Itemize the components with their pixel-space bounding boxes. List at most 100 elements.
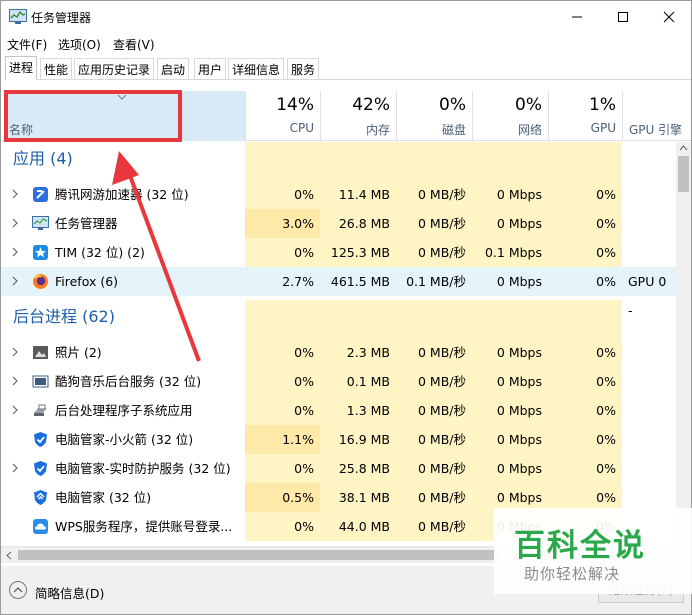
task-manager-window: 任务管理器 文件(F) 选项(O) 查看(V) 进程 性能 应用历史记录 启动 … (0, 0, 692, 615)
column-header-cpu[interactable]: 14% CPU (245, 91, 320, 141)
column-header-disk[interactable]: 0% 磁盘 (396, 91, 472, 141)
minimize-button[interactable] (554, 1, 600, 33)
cpu-label: CPU (289, 121, 314, 135)
section-row-background[interactable]: 后台进程 (62) (1, 300, 677, 338)
table-row[interactable]: 电脑管家-小火箭 (32 位) 1.1% 16.9 MB 0 MB/秒 0 Mb… (1, 425, 677, 454)
memory-value: 38.1 MB (320, 483, 396, 512)
table-row[interactable]: Firefox (6) 2.7% 461.5 MB 0.1 MB/秒 0 Mbp… (1, 267, 677, 318)
process-name: 酷狗音乐后台服务 (32 位) (55, 374, 202, 389)
memory-value: 44.0 MB (320, 512, 396, 541)
process-name: 任务管理器 (55, 216, 118, 231)
expand-chevron-icon[interactable] (12, 218, 19, 228)
table-row[interactable]: 电脑管家-实时防护服务 (32 位) 0% 25.8 MB 0 MB/秒 0 M… (1, 454, 677, 483)
disk-value: 0 MB/秒 (396, 367, 472, 396)
tab-startup[interactable]: 启动 (157, 58, 190, 79)
tab-app-history[interactable]: 应用历史记录 (74, 58, 155, 79)
title-bar: 任务管理器 (1, 1, 691, 33)
printer-icon (34, 404, 47, 416)
cpu-value: 0.5% (245, 483, 320, 512)
cpu-value: 2.7% (245, 267, 320, 296)
network-value: 0 Mbps (472, 367, 548, 396)
network-value: 0 Mbps (472, 209, 548, 238)
column-header-memory[interactable]: 42% 内存 (320, 91, 396, 141)
gpu-value: 0% (548, 180, 622, 209)
memory-label: 内存 (365, 123, 390, 137)
tab-users[interactable]: 用户 (194, 58, 227, 79)
gpu-value: 0% (548, 425, 622, 454)
table-row[interactable]: 照片 (2) 0% 2.3 MB 0 MB/秒 0 Mbps 0% (1, 338, 677, 367)
watermark-subtitle: 助你轻松解决 (524, 565, 621, 583)
memory-value: 16.9 MB (320, 425, 396, 454)
tim-icon (33, 245, 48, 260)
cpu-total: 14% (276, 95, 314, 115)
horizontal-scroll-thumb[interactable] (18, 550, 498, 560)
scroll-up-icon[interactable] (679, 145, 688, 151)
fewer-details-link[interactable]: 简略信息(D) (35, 583, 104, 602)
process-name: 后台处理程序子系统应用 (55, 403, 193, 418)
menu-view[interactable]: 查看(V) (113, 36, 155, 53)
menu-bar: 文件(F) 选项(O) 查看(V) (1, 34, 691, 54)
tab-processes[interactable]: 进程 (5, 56, 38, 80)
memory-total: 42% (352, 95, 390, 115)
network-value: 0.1 Mbps (472, 238, 548, 267)
memory-value: 25.8 MB (320, 454, 396, 483)
menu-options[interactable]: 选项(O) (58, 36, 101, 53)
network-value: 0 Mbps (472, 396, 548, 425)
memory-value: 461.5 MB (320, 267, 396, 296)
expand-chevron-icon[interactable] (12, 247, 19, 257)
table-row[interactable]: TIM (32 位) (2) 0% 125.3 MB 0 MB/秒 0.1 Mb… (1, 238, 677, 267)
disk-total: 0% (439, 95, 466, 115)
disk-value: 0 MB/秒 (396, 180, 472, 209)
close-button[interactable] (646, 1, 692, 33)
table-row[interactable]: 任务管理器 3.0% 26.8 MB 0 MB/秒 0 Mbps 0% (1, 209, 677, 238)
gpu-value: 0% (548, 367, 622, 396)
gpu-value: 0% (548, 238, 622, 267)
menu-file[interactable]: 文件(F) (7, 36, 47, 53)
section-row-apps[interactable]: 应用 (4) (1, 142, 677, 180)
memory-value: 1.3 MB (320, 396, 396, 425)
expand-chevron-icon[interactable] (12, 405, 19, 415)
table-row[interactable]: 后台处理程序子系统应用 0% 1.3 MB 0 MB/秒 0 Mbps 0% (1, 396, 677, 425)
collapse-button[interactable] (9, 581, 27, 599)
table-row[interactable]: 酷狗音乐后台服务 (32 位) 0% 0.1 MB 0 MB/秒 0 Mbps … (1, 367, 677, 396)
tab-services[interactable]: 服务 (287, 58, 320, 79)
memory-value: 26.8 MB (320, 209, 396, 238)
expand-chevron-icon[interactable] (12, 376, 19, 386)
tab-details[interactable]: 详细信息 (228, 58, 285, 79)
vertical-scroll-thumb[interactable] (678, 156, 689, 192)
expand-chevron-icon[interactable] (12, 347, 19, 357)
column-header-gpu[interactable]: 1% GPU (548, 91, 622, 141)
gpu-engine-total (629, 95, 691, 115)
disk-value: 0 MB/秒 (396, 512, 472, 541)
vertical-scrollbar[interactable] (676, 142, 691, 546)
cpu-value: 1.1% (245, 425, 320, 454)
expand-chevron-icon[interactable] (12, 189, 19, 199)
scroll-left-icon[interactable] (6, 551, 12, 560)
expand-chevron-icon[interactable] (12, 276, 19, 286)
task-manager-icon (32, 216, 49, 230)
column-header-network[interactable]: 0% 网络 (472, 91, 548, 141)
process-list: 应用 (4) 腾讯网游加速器 (32 位) 0% 11.4 MB 0 MB/秒 … (1, 142, 677, 546)
memory-value: 11.4 MB (320, 180, 396, 209)
column-header-gpu-engine[interactable]: GPU 引擎 (622, 91, 691, 141)
task-manager-icon (9, 9, 27, 24)
process-name: 照片 (2) (55, 345, 102, 360)
memory-value: 0.1 MB (320, 367, 396, 396)
tab-performance[interactable]: 性能 (40, 58, 73, 79)
gpu-label: GPU (590, 121, 616, 135)
cpu-value: 0% (245, 396, 320, 425)
cpu-value: 0% (245, 180, 320, 209)
cpu-value: 0% (245, 512, 320, 541)
process-name: 电脑管家-小火箭 (32 位) (55, 432, 194, 447)
process-name: 电脑管家 (32 位) (55, 490, 152, 505)
process-name: WPS服务程序，提供账号登录... (55, 519, 233, 534)
process-name: 电脑管家-实时防护服务 (32 位) (55, 461, 231, 476)
window-title: 任务管理器 (31, 11, 92, 25)
disk-value: 0 MB/秒 (396, 396, 472, 425)
expand-chevron-icon[interactable] (12, 463, 19, 473)
maximize-button[interactable] (600, 1, 646, 33)
close-icon (663, 11, 675, 23)
table-row[interactable]: 腾讯网游加速器 (32 位) 0% 11.4 MB 0 MB/秒 0 Mbps … (1, 180, 677, 209)
gpu-total: 1% (589, 95, 616, 115)
process-name: Firefox (6) (55, 274, 119, 289)
